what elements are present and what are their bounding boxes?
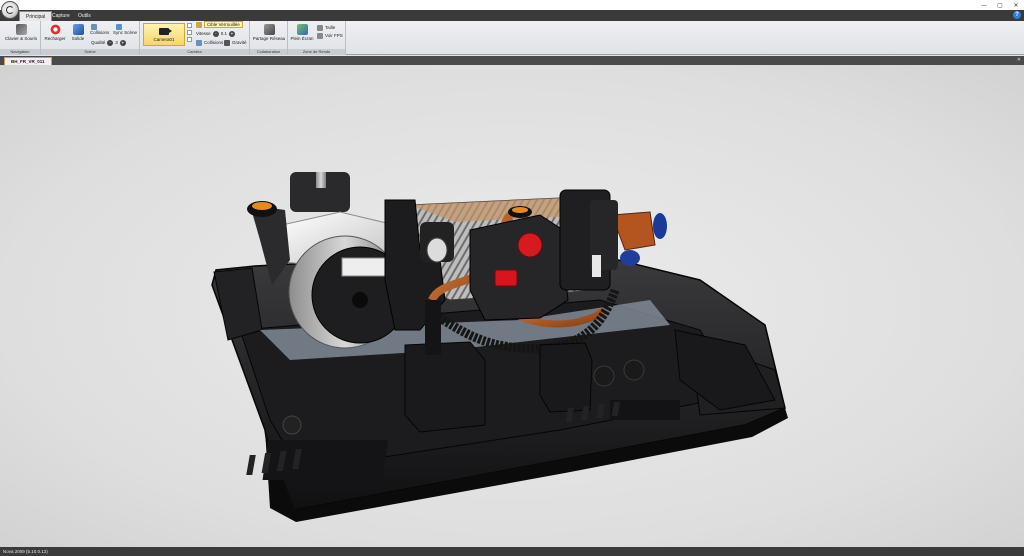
sync-scene-label-row: Sync Scène xyxy=(113,29,137,36)
plein-ecran-label: Plein Écran xyxy=(290,36,314,41)
taille-label: Taille xyxy=(325,25,336,30)
camera-group-label: Caméra xyxy=(140,49,249,55)
vitesse-value: 0.1 xyxy=(220,31,227,36)
voir-fps-label: Voir FPS xyxy=(325,33,343,38)
taille-button[interactable]: Taille xyxy=(317,24,335,31)
collaboration-group-label: Collaboration xyxy=(250,49,287,55)
reload-icon xyxy=(49,24,61,35)
document-tab-bar: BH_FR_VR_011 ✕ xyxy=(0,56,1024,65)
cible-verrouillee-toggle[interactable]: Cible Verrouillée xyxy=(196,21,243,28)
fps-icon xyxy=(317,32,323,39)
scene-collisions-label-row: Collisions xyxy=(90,29,109,36)
recharger-label: Recharger xyxy=(44,36,66,41)
clavier-souris-label: Clavier & Souris xyxy=(4,36,38,41)
fullscreen-icon xyxy=(296,24,308,35)
valve-label xyxy=(592,255,601,277)
base-screw-3 xyxy=(623,359,645,381)
partage-reseau-label: Partage Réseau xyxy=(252,36,286,41)
voir-fps-toggle[interactable]: Voir FPS xyxy=(317,32,343,39)
app-logo-mark xyxy=(6,6,14,14)
valve-body xyxy=(469,214,569,321)
minimize-button[interactable]: — xyxy=(976,0,992,10)
base-slot-2 xyxy=(610,400,680,420)
ribbon: Clavier & Souris Navigation Recharger So… xyxy=(0,21,1024,55)
pump-label xyxy=(341,257,387,277)
lock-icon xyxy=(196,21,202,28)
title-bar: — ▢ ✕ xyxy=(0,0,1024,10)
zone-rendu-group-label: Zone de Rendu xyxy=(288,49,345,55)
render-viewport[interactable] xyxy=(0,65,1024,547)
solide-label: Solide xyxy=(71,36,85,41)
camera-name: Camera01 xyxy=(153,36,175,42)
ribbon-group-camera: Camera01 Cible Verrouillée Vitesse – 0.1… xyxy=(140,21,250,55)
blue-cap-top xyxy=(653,213,667,239)
status-bar: Nova 2009 (5.10.0.12) xyxy=(0,547,1024,556)
plein-ecran-button[interactable]: Plein Écran xyxy=(290,24,314,41)
qualite-value: 3 xyxy=(115,40,118,45)
camera-dropdown-mid[interactable] xyxy=(187,30,192,35)
vitesse-decrease-icon[interactable]: – xyxy=(212,30,219,37)
blue-cap-bottom xyxy=(620,250,640,266)
camera-collisions-icon xyxy=(196,39,202,46)
red-clip xyxy=(494,269,518,287)
ribbon-tab-bar: Principal Capture Outils ? xyxy=(0,10,1024,21)
boiler-3d-model xyxy=(211,172,788,522)
clavier-souris-button[interactable]: Clavier & Souris xyxy=(3,24,39,41)
cible-verrouillee-label: Cible Verrouillée xyxy=(204,21,243,28)
camera-icon xyxy=(159,27,172,35)
resize-icon xyxy=(317,24,323,31)
scene-group-label: Scène xyxy=(41,49,139,55)
maximize-button[interactable]: ▢ xyxy=(992,0,1008,10)
gravite-label: Gravité xyxy=(232,40,247,45)
gravite-toggle[interactable]: Gravité xyxy=(224,39,247,46)
document-tab[interactable]: BH_FR_VR_011 xyxy=(4,57,52,65)
network-share-icon xyxy=(263,24,275,35)
sync-scene-label: Sync Scène xyxy=(113,30,138,35)
copper-outlet xyxy=(611,211,656,251)
app-logo-icon[interactable] xyxy=(1,1,19,19)
cube-icon xyxy=(72,24,84,35)
keyboard-mouse-icon xyxy=(15,24,27,35)
partage-reseau-button[interactable]: Partage Réseau xyxy=(252,24,286,41)
front-block-left xyxy=(404,341,486,433)
recharger-button[interactable]: Recharger xyxy=(44,24,66,41)
camera-dropdown-down[interactable] xyxy=(187,37,192,42)
vitesse-label: Vitesse xyxy=(196,31,211,36)
camera-select-button[interactable]: Camera01 xyxy=(143,23,185,46)
solide-button[interactable]: Solide xyxy=(68,24,88,41)
pump-center xyxy=(352,292,368,308)
camera-collisions-label: Collisions xyxy=(204,40,224,45)
pump-stem xyxy=(316,172,326,188)
scene-collisions-label: Collisions xyxy=(90,30,110,35)
gravity-icon xyxy=(224,39,230,46)
qualite-increase-icon[interactable]: + xyxy=(119,39,126,46)
vitesse-increase-icon[interactable]: + xyxy=(228,30,235,37)
document-close-icon[interactable]: ✕ xyxy=(1017,57,1021,64)
status-text: Nova 2009 (5.10.0.12) xyxy=(3,549,48,554)
navigation-group-label: Navigation xyxy=(0,49,40,55)
camera-collisions-toggle[interactable]: Collisions xyxy=(196,39,223,46)
left-inlet-orange xyxy=(252,202,272,210)
ribbon-group-navigation: Clavier & Souris Navigation xyxy=(0,21,41,55)
base-screw-1 xyxy=(282,415,302,435)
front-block-mid xyxy=(539,342,593,413)
application-window: — ▢ ✕ Principal Capture Outils ? Clavier… xyxy=(0,0,1024,556)
front-pipe xyxy=(425,300,441,355)
vitesse-stepper: Vitesse – 0.1 + xyxy=(196,30,237,37)
help-icon[interactable]: ? xyxy=(1013,11,1021,19)
sensor-window xyxy=(426,237,448,263)
window-controls: — ▢ ✕ xyxy=(976,0,1024,10)
base-screw-2 xyxy=(593,365,615,387)
red-valve-knob xyxy=(517,232,543,258)
qualite-stepper: Qualité – 3 + xyxy=(91,39,128,46)
ribbon-group-collaboration: Partage Réseau Collaboration xyxy=(250,21,288,55)
qualite-decrease-icon[interactable]: – xyxy=(107,39,114,46)
tab-outils[interactable]: Outils xyxy=(72,11,97,21)
qualite-label: Qualité xyxy=(91,40,106,45)
camera-dropdown-up[interactable] xyxy=(187,23,192,28)
ribbon-group-scene: Recharger Solide Collisions Sync Scène Q… xyxy=(41,21,140,55)
ribbon-group-zone-rendu: Plein Écran Taille Voir FPS Zone de Rend… xyxy=(288,21,346,55)
orange-cap-inner xyxy=(512,207,528,213)
close-button[interactable]: ✕ xyxy=(1008,0,1024,10)
